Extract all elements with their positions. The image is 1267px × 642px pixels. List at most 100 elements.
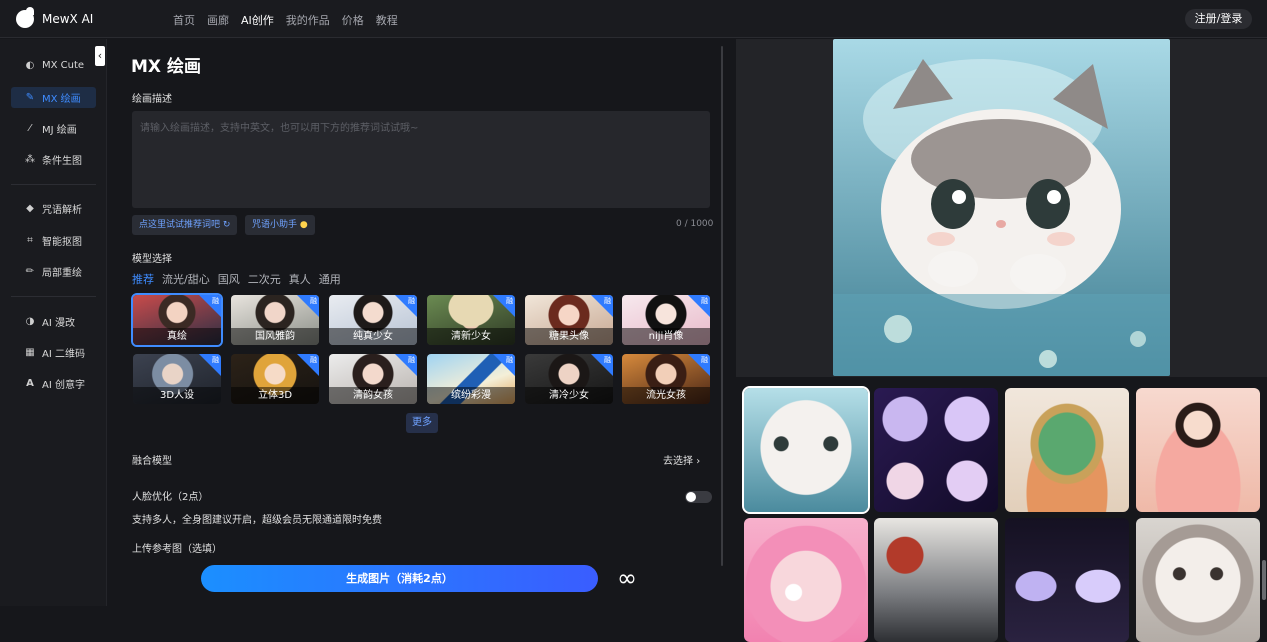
model-name: 立体3D bbox=[231, 387, 319, 404]
girl-hanfu-thumbnail bbox=[1136, 388, 1260, 512]
refresh-icon: ↻ bbox=[222, 220, 231, 230]
prompt-label: 绘画描述 bbox=[132, 94, 172, 105]
pink-girl-thumbnail bbox=[744, 518, 868, 642]
page-scrollbar[interactable] bbox=[1262, 560, 1266, 600]
gallery-thumbnail[interactable] bbox=[1005, 518, 1129, 642]
infinity-icon[interactable]: ∞ bbox=[617, 566, 637, 590]
prompt-input[interactable]: 请输入绘画描述，支持中英文，也可以用下方的推荐词试试哦~ bbox=[132, 111, 710, 208]
tab-streamer[interactable]: 流光/甜心 bbox=[162, 273, 210, 286]
gallery-thumbnail[interactable] bbox=[874, 388, 998, 512]
gallery-thumbnail[interactable] bbox=[1005, 388, 1129, 512]
cat-illustration bbox=[833, 39, 1170, 376]
prompt-helper-label: 咒语小助手 bbox=[252, 220, 298, 230]
fusion-badge-label: 融 bbox=[604, 297, 611, 305]
nav-my-works[interactable]: 我的作品 bbox=[286, 12, 330, 28]
top-bar: MewX AI 首页 画廊 AI创作 我的作品 价格 教程 注册/登录 bbox=[0, 0, 1267, 38]
more-models-button[interactable]: 更多 bbox=[406, 413, 438, 433]
sidebar-item-label: AI 二维码 bbox=[42, 349, 85, 360]
app-name[interactable]: MewX AI bbox=[42, 12, 93, 26]
char-counter: 0 / 1000 bbox=[676, 219, 714, 229]
model-name: 国风雅韵 bbox=[231, 328, 319, 345]
generate-button[interactable]: 生成图片（消耗2点） bbox=[201, 565, 598, 592]
sidebar-item-label: 条件生图 bbox=[42, 156, 82, 167]
bulb-icon: ● bbox=[299, 220, 308, 230]
model-card[interactable]: 融清冷少女 bbox=[525, 354, 613, 404]
model-card[interactable]: 融清韵女孩 bbox=[329, 354, 417, 404]
gallery-thumbnail[interactable] bbox=[742, 386, 870, 514]
model-name: 糖果头像 bbox=[525, 328, 613, 345]
login-button[interactable]: 注册/登录 bbox=[1185, 9, 1252, 29]
collapse-sidebar-button[interactable]: ‹ bbox=[95, 46, 105, 66]
cat-thumbnail bbox=[744, 388, 868, 512]
nav-gallery[interactable]: 画廊 bbox=[207, 12, 229, 28]
fusion-badge-label: 融 bbox=[701, 356, 708, 364]
nav-pricing[interactable]: 价格 bbox=[342, 12, 364, 28]
chevron-right-icon: › bbox=[696, 456, 701, 467]
tab-anime[interactable]: 二次元 bbox=[248, 273, 281, 286]
tag-icon: ◆ bbox=[26, 203, 34, 214]
sidebar-item-mj-paint[interactable]: ⁄ MJ 绘画 bbox=[11, 118, 96, 139]
logo-icon[interactable] bbox=[16, 7, 34, 28]
fusion-model-label: 融合模型 bbox=[132, 456, 172, 467]
nav-home[interactable]: 首页 bbox=[173, 12, 195, 28]
sidebar-item-inpaint[interactable]: ✏ 局部重绘 bbox=[11, 261, 96, 282]
face-optimize-toggle[interactable] bbox=[685, 491, 712, 503]
tab-general[interactable]: 通用 bbox=[319, 273, 341, 286]
model-card[interactable]: 融 3D人设 bbox=[133, 354, 221, 404]
palette-icon: ◐ bbox=[25, 60, 35, 71]
sidebar-item-label: 智能抠图 bbox=[42, 237, 82, 248]
fusion-badge-label: 融 bbox=[604, 356, 611, 364]
sidebar-item-ai-manga[interactable]: ◑ AI 漫改 bbox=[11, 311, 96, 332]
model-card[interactable]: 融清新少女 bbox=[427, 295, 515, 345]
sidebar-item-conditional[interactable]: ⁂ 条件生图 bbox=[11, 149, 96, 170]
model-card[interactable]: 融纯真少女 bbox=[329, 295, 417, 345]
fusion-badge-label: 融 bbox=[310, 297, 317, 305]
fusion-badge-label: 融 bbox=[212, 356, 219, 364]
sidebar-divider bbox=[11, 296, 96, 297]
model-card[interactable]: 融缤纷彩漫 bbox=[427, 354, 515, 404]
dragon-thumbnail bbox=[1005, 388, 1129, 512]
sidebar-item-prompt-parse[interactable]: ◆ 咒语解析 bbox=[11, 198, 96, 219]
qrcode-icon: ▦ bbox=[25, 347, 35, 358]
fusion-select-link[interactable]: 去选择 › bbox=[663, 452, 700, 467]
nav-ai-create[interactable]: AI创作 bbox=[241, 12, 274, 28]
fusion-badge-label: 融 bbox=[408, 297, 415, 305]
model-card[interactable]: 融真绘 bbox=[131, 293, 223, 347]
gallery-thumbnail[interactable] bbox=[744, 518, 868, 642]
sidebar-item-cutout[interactable]: ⌗ 智能抠图 bbox=[11, 230, 96, 251]
fusion-badge-label: 融 bbox=[408, 356, 415, 364]
model-name: 纯真少女 bbox=[329, 328, 417, 345]
contrast-icon: ◑ bbox=[25, 316, 35, 327]
tab-guofeng[interactable]: 国风 bbox=[218, 273, 240, 286]
form-scrollbar[interactable] bbox=[721, 46, 723, 566]
tab-realperson[interactable]: 真人 bbox=[289, 273, 311, 286]
model-card[interactable]: 融立体3D bbox=[231, 354, 319, 404]
gallery-thumbnail[interactable] bbox=[1136, 518, 1260, 642]
recommend-chip[interactable]: 点这里试试推荐词吧 ↻ bbox=[132, 215, 238, 235]
prompt-helper-chip[interactable]: 咒语小助手 ● bbox=[245, 215, 315, 235]
sidebar-item-mx-cute[interactable]: ◐ MX Cute bbox=[11, 55, 96, 76]
model-card[interactable]: 融 niji肖像 bbox=[622, 295, 710, 345]
tab-recommend[interactable]: 推荐 bbox=[132, 273, 154, 286]
preview-image[interactable] bbox=[833, 39, 1170, 376]
face-optimize-desc: 支持多人，全身图建议开启，超级会员无限通道限时免费 bbox=[132, 515, 382, 526]
brush-icon: ✎ bbox=[25, 92, 35, 103]
reference-image-label: 上传参考图（选填） bbox=[132, 544, 222, 555]
sidebar-item-ai-font[interactable]: A AI 创意字 bbox=[11, 373, 96, 394]
crop-icon: ⌗ bbox=[27, 235, 33, 246]
gowns-thumbnail bbox=[1005, 518, 1129, 642]
model-name: 真绘 bbox=[133, 328, 221, 345]
model-card[interactable]: 融糖果头像 bbox=[525, 295, 613, 345]
fusion-select-label: 去选择 bbox=[663, 456, 693, 467]
sidebar-item-label: MX Cute bbox=[42, 60, 85, 71]
model-card[interactable]: 融流光女孩 bbox=[622, 354, 710, 404]
sidebar-item-label: AI 漫改 bbox=[42, 318, 75, 329]
nav-tutorial[interactable]: 教程 bbox=[376, 12, 398, 28]
model-card[interactable]: 融国风雅韵 bbox=[231, 295, 319, 345]
gallery-thumbnail[interactable] bbox=[1136, 388, 1260, 512]
sidebar-divider bbox=[11, 184, 96, 185]
gallery-thumbnail[interactable] bbox=[874, 518, 998, 642]
sidebar-item-ai-qrcode[interactable]: ▦ AI 二维码 bbox=[11, 342, 96, 363]
model-name: niji肖像 bbox=[622, 328, 710, 345]
sidebar-item-mx-paint[interactable]: ✎ MX 绘画 bbox=[11, 87, 96, 108]
